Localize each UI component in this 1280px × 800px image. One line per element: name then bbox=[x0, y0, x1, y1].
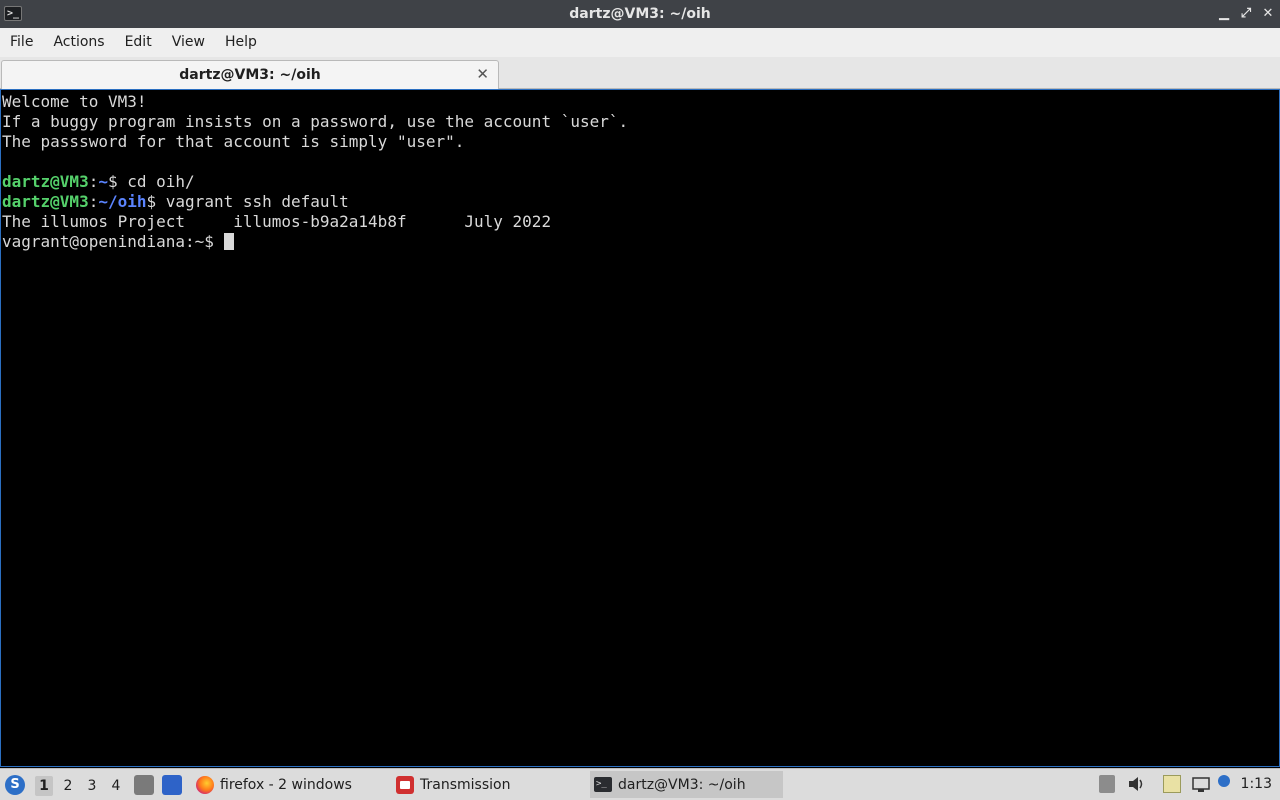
taskbar: S 1 2 3 4 firefox - 2 windows Transmissi… bbox=[0, 768, 1280, 800]
remote-prompt: vagrant@openindiana:~$ bbox=[2, 232, 224, 251]
menu-view[interactable]: View bbox=[162, 28, 215, 57]
workspace-2[interactable]: 2 bbox=[59, 776, 77, 796]
prompt-path: ~ bbox=[98, 172, 108, 191]
window-titlebar[interactable]: >_ dartz@VM3: ~/oih ▁ ⤢ ✕ bbox=[0, 0, 1280, 28]
terminal-app-icon[interactable]: >_ bbox=[4, 6, 22, 21]
workspace-3[interactable]: 3 bbox=[83, 776, 101, 796]
workspace-4[interactable]: 4 bbox=[107, 776, 125, 796]
terminal-line: If a buggy program insists on a password… bbox=[2, 112, 629, 131]
tab-label: dartz@VM3: ~/oih bbox=[179, 67, 321, 83]
maximize-button[interactable]: ⤢ bbox=[1240, 7, 1252, 21]
network-icon[interactable] bbox=[1191, 775, 1211, 793]
clipboard-tray-icon[interactable] bbox=[1099, 775, 1115, 793]
task-label: firefox - 2 windows bbox=[220, 776, 352, 793]
update-notification-icon[interactable] bbox=[1218, 775, 1230, 787]
prompt-separator: : bbox=[88, 192, 99, 211]
terminal-line: Welcome to VM3! bbox=[2, 92, 147, 111]
terminal-line: The illumos Project illumos-b9a2a14b8f J… bbox=[2, 212, 552, 231]
tab-bar: dartz@VM3: ~/oih ✕ bbox=[0, 57, 1280, 89]
file-manager-icon[interactable] bbox=[134, 775, 154, 795]
menu-help[interactable]: Help bbox=[215, 28, 267, 57]
firefox-icon bbox=[196, 775, 214, 794]
terminal-prompt-line: dartz@VM3:~/oih$ vagrant ssh default bbox=[2, 192, 1278, 212]
prompt-user: dartz@VM3 bbox=[2, 172, 89, 191]
prompt-command: $ vagrant ssh default bbox=[146, 192, 349, 211]
menu-bar: File Actions Edit View Help bbox=[0, 28, 1280, 57]
task-terminal[interactable]: >_ dartz@VM3: ~/oih bbox=[590, 771, 783, 798]
task-firefox[interactable]: firefox - 2 windows bbox=[192, 771, 382, 798]
terminal-output[interactable]: Welcome to VM3! If a buggy program insis… bbox=[0, 89, 1280, 767]
prompt-separator: : bbox=[88, 172, 99, 191]
task-label: Transmission bbox=[420, 776, 511, 793]
workspace-1[interactable]: 1 bbox=[35, 776, 53, 796]
tab-terminal[interactable]: dartz@VM3: ~/oih ✕ bbox=[1, 60, 499, 89]
minimize-button[interactable]: ▁ bbox=[1218, 7, 1230, 21]
terminal-prompt-line: dartz@VM3:~$ cd oih/ bbox=[2, 172, 1278, 192]
volume-icon[interactable] bbox=[1127, 775, 1145, 793]
menu-file[interactable]: File bbox=[0, 28, 43, 57]
text-cursor bbox=[223, 233, 234, 250]
prompt-path: ~/oih bbox=[98, 192, 147, 211]
terminal-input-line[interactable]: vagrant@openindiana:~$ bbox=[2, 232, 1278, 252]
menu-edit[interactable]: Edit bbox=[115, 28, 162, 57]
window-controls: ▁ ⤢ ✕ bbox=[1218, 0, 1274, 28]
notes-icon[interactable] bbox=[1163, 775, 1181, 793]
clock[interactable]: 1:13 bbox=[1241, 776, 1272, 792]
window-title: dartz@VM3: ~/oih bbox=[569, 6, 711, 22]
tab-close-icon[interactable]: ✕ bbox=[476, 65, 489, 83]
menu-actions[interactable]: Actions bbox=[43, 28, 114, 57]
task-label: dartz@VM3: ~/oih bbox=[618, 776, 746, 793]
transmission-icon bbox=[396, 775, 414, 794]
prompt-command: $ cd oih/ bbox=[107, 172, 195, 191]
show-desktop-icon[interactable] bbox=[162, 775, 182, 795]
terminal-line: The passsword for that account is simply… bbox=[2, 132, 465, 151]
task-transmission[interactable]: Transmission bbox=[392, 771, 582, 798]
prompt-user: dartz@VM3 bbox=[2, 192, 89, 211]
start-menu-icon[interactable]: S bbox=[5, 775, 25, 795]
terminal-icon: >_ bbox=[594, 777, 612, 792]
close-button[interactable]: ✕ bbox=[1262, 7, 1274, 21]
